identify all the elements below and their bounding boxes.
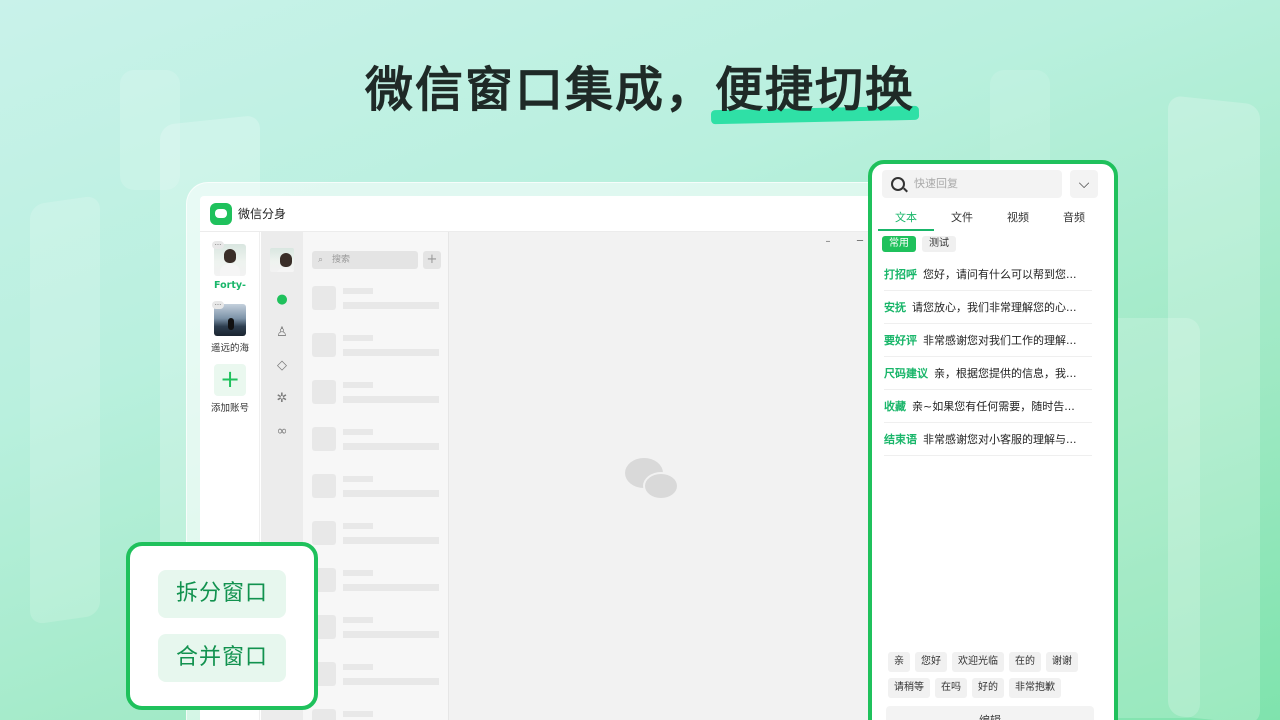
list-item[interactable]: 要好评 非常感谢您对我们工作的理解...	[884, 324, 1092, 357]
list-item[interactable]	[312, 333, 442, 363]
list-item[interactable]	[312, 286, 442, 316]
quick-tag[interactable]: 亲	[888, 652, 910, 672]
list-item[interactable]: 结束语 非常感谢您对小客服的理解与...	[884, 423, 1092, 456]
titlebar: 微信分身	[200, 196, 940, 232]
add-chat-button[interactable]: +	[423, 251, 441, 269]
profile-avatar[interactable]	[270, 248, 294, 272]
list-item[interactable]	[312, 521, 442, 551]
contacts-icon[interactable]: ♙	[274, 325, 290, 341]
quick-reply-search-input[interactable]: 快速回复	[882, 170, 1062, 198]
list-item[interactable]: 尺码建议 亲，根据您提供的信息，我...	[884, 357, 1092, 390]
list-item[interactable]	[312, 380, 442, 410]
edit-button[interactable]: 编辑	[886, 706, 1094, 720]
quick-tag[interactable]: 好的	[972, 678, 1004, 698]
chat-list: ⌕ 搜索 +	[303, 232, 449, 720]
tab-audio[interactable]: 音频	[1046, 208, 1102, 230]
quick-tag[interactable]: 谢谢	[1046, 652, 1078, 672]
list-item[interactable]: 安抚 请您放心，我们非常理解您的心...	[884, 291, 1092, 324]
reply-text: 亲，根据您提供的信息，我...	[934, 367, 1077, 380]
list-item[interactable]: 收藏 亲~如果您有任何需要，随时告...	[884, 390, 1092, 423]
quick-tag[interactable]: 请稍等	[888, 678, 930, 698]
window-mode-panel: 拆分窗口 合并窗口	[126, 542, 318, 710]
account-label: Forty-	[214, 280, 246, 291]
box-icon[interactable]: ◇	[274, 358, 290, 374]
merge-window-button[interactable]: 合并窗口	[158, 634, 286, 682]
headline-part2: 便捷切换	[715, 62, 916, 118]
split-window-button[interactable]: 拆分窗口	[158, 570, 286, 618]
headline: 微信窗口集成， 便捷切换	[0, 50, 1280, 125]
quick-tag[interactable]: 欢迎光临	[952, 652, 1004, 672]
reply-key: 尺码建议	[884, 367, 928, 380]
quick-tag[interactable]: 在吗	[935, 678, 967, 698]
list-item[interactable]	[312, 474, 442, 504]
chevron-down-icon[interactable]: ⌵	[1070, 170, 1098, 198]
reply-text: 亲~如果您有任何需要，随时告...	[912, 400, 1075, 413]
list-item[interactable]	[312, 568, 442, 598]
list-item[interactable]: 打招呼 您好，请问有什么可以帮到您...	[884, 258, 1092, 291]
plus-icon: +	[214, 364, 246, 396]
quick-reply-panel: 快速回复 ⌵ 文本 文件 视频 音频 常用 测试 打招呼 您好，请问有什么可以帮到…	[868, 160, 1118, 720]
tab-file[interactable]: 文件	[934, 208, 990, 230]
quick-tag[interactable]: 非常抱歉	[1009, 678, 1061, 698]
search-icon: ⌕	[318, 255, 324, 265]
subtab-common[interactable]: 常用	[882, 236, 916, 252]
reply-text: 您好，请问有什么可以帮到您...	[923, 268, 1077, 281]
add-account-button[interactable]: + 添加账号	[200, 364, 260, 414]
wechat-watermark-icon	[625, 458, 685, 506]
more-icon: ···	[212, 301, 224, 309]
link-icon[interactable]: ∞	[274, 424, 290, 440]
list-item[interactable]	[312, 709, 442, 720]
search-icon	[891, 177, 905, 191]
reply-text: 请您放心，我们非常理解您的心...	[912, 301, 1077, 314]
reply-key: 打招呼	[884, 268, 917, 281]
quick-reply-tabs: 文本 文件 视频 音频	[878, 208, 1102, 231]
quick-tags: 亲 您好 欢迎光临 在的 谢谢 请稍等 在吗 好的 非常抱歉	[888, 652, 1102, 704]
chat-icon[interactable]: ●	[274, 292, 290, 308]
reply-key: 要好评	[884, 334, 917, 347]
quick-tag[interactable]: 您好	[915, 652, 947, 672]
more-icon: ···	[212, 241, 224, 249]
account-label: 遥远的海	[210, 343, 249, 354]
reply-text: 非常感谢您对小客服的理解与...	[923, 433, 1077, 446]
account-item-sea[interactable]: ··· 遥远的海	[200, 301, 260, 354]
wechat-logo-icon	[210, 202, 232, 225]
account-item-forty[interactable]: ··· Forty-	[200, 241, 260, 291]
chat-area: – ─ ☐ ✕	[449, 232, 940, 720]
reply-text: 非常感谢您对我们工作的理解...	[923, 334, 1077, 347]
search-placeholder: 搜索	[332, 255, 351, 265]
search-input[interactable]: ⌕ 搜索	[312, 251, 418, 269]
menu-button[interactable]: –	[812, 234, 844, 250]
quick-reply-subtabs: 常用 测试	[882, 236, 962, 252]
quick-reply-search-placeholder: 快速回复	[914, 177, 958, 190]
headline-highlight: 便捷切换	[710, 50, 920, 125]
quick-tag[interactable]: 在的	[1009, 652, 1041, 672]
list-item[interactable]	[312, 427, 442, 457]
tab-video[interactable]: 视频	[990, 208, 1046, 230]
reply-key: 结束语	[884, 433, 917, 446]
add-account-label: 添加账号	[210, 403, 249, 414]
quick-reply-list: 打招呼 您好，请问有什么可以帮到您... 安抚 请您放心，我们非常理解您的心... …	[884, 258, 1092, 456]
list-item[interactable]	[312, 615, 442, 645]
tab-text[interactable]: 文本	[878, 208, 934, 231]
moments-icon[interactable]: ✲	[274, 391, 290, 407]
app-title: 微信分身	[238, 207, 287, 221]
reply-key: 收藏	[884, 400, 906, 413]
subtab-test[interactable]: 测试	[922, 236, 956, 252]
list-item[interactable]	[312, 662, 442, 692]
headline-part1: 微信窗口集成，	[364, 62, 715, 118]
background-shape	[30, 195, 100, 625]
reply-key: 安抚	[884, 301, 906, 314]
